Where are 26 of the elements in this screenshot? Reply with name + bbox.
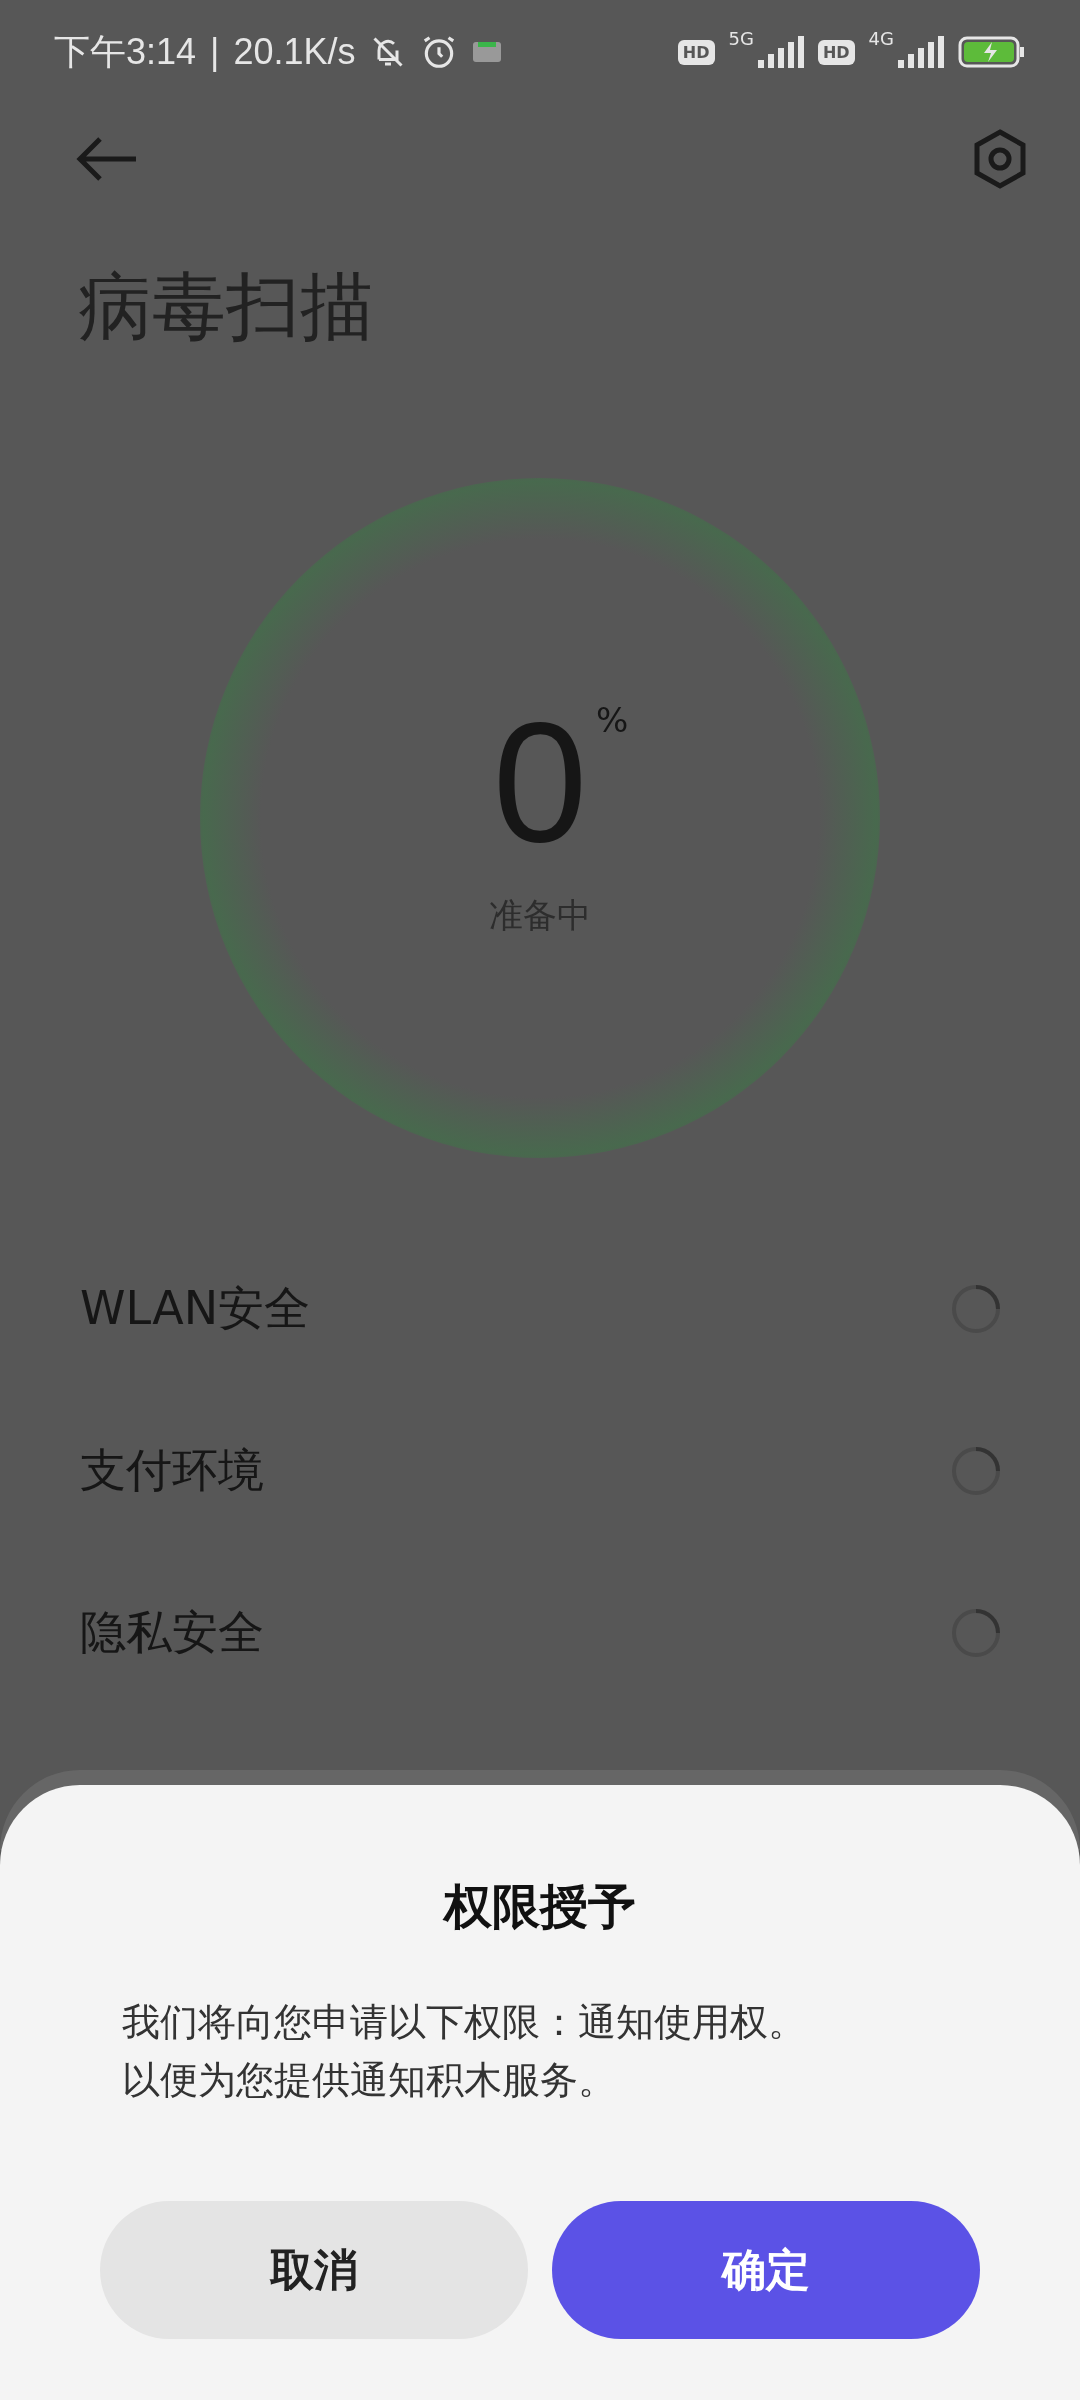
dialog-message: 我们将向您申请以下权限：通知使用权。 xyxy=(122,1999,807,2046)
loading-spinner-icon xyxy=(950,1607,1002,1659)
confirm-button[interactable]: 确定 xyxy=(552,2201,980,2339)
progress-value: 0 xyxy=(492,697,588,867)
settings-icon[interactable] xyxy=(972,129,1028,189)
app-notification-icon xyxy=(471,40,502,64)
loading-spinner-icon xyxy=(950,1283,1002,1335)
battery-charging-icon xyxy=(958,36,1026,68)
network-type: 5G xyxy=(728,28,754,49)
signal-icon xyxy=(757,36,804,68)
network-speed: 20.1K/s xyxy=(233,31,356,73)
hd-badge: HD xyxy=(817,39,855,65)
signal-icon xyxy=(898,36,944,68)
percent-sign: % xyxy=(596,700,629,740)
back-arrow-icon[interactable] xyxy=(76,137,138,181)
scan-item-label: WLAN安全 xyxy=(80,1280,311,1337)
status-time: 下午3:14 xyxy=(54,29,197,74)
scan-item-label: 隐私安全 xyxy=(80,1604,264,1661)
loading-spinner-icon xyxy=(950,1445,1002,1497)
cancel-button[interactable]: 取消 xyxy=(100,2201,528,2339)
dialog-message: 以便为您提供通知积木服务。 xyxy=(122,2057,617,2104)
scan-item-label: 支付环境 xyxy=(80,1442,264,1499)
status-separator: | xyxy=(210,31,220,73)
dialog-title: 权限授予 xyxy=(444,1877,636,1936)
network-type: 4G xyxy=(868,28,894,49)
hd-badge: HD xyxy=(677,39,715,65)
